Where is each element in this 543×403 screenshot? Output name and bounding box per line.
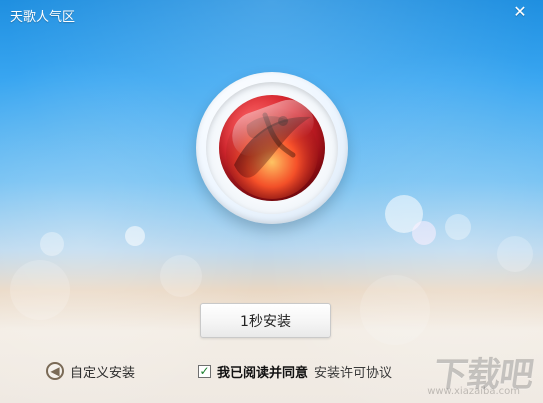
bokeh-light (445, 214, 471, 240)
bokeh-light (160, 255, 202, 297)
app-logo-icon (219, 95, 325, 201)
close-button[interactable]: ✕ (507, 2, 533, 22)
window-title: 天歌人气区 (10, 10, 76, 25)
install-button[interactable]: 1秒安装 (200, 303, 331, 338)
bokeh-light (40, 232, 64, 256)
bokeh-light (497, 236, 533, 272)
app-logo (196, 72, 348, 224)
watermark-url: www.xiazaiba.com (427, 386, 520, 397)
bokeh-light (360, 275, 430, 345)
custom-install-label: 自定义安装 (70, 365, 136, 381)
back-arrow-icon: ◀ (46, 362, 64, 380)
bokeh-light (10, 260, 70, 320)
agreement: ✓ 我已阅读并同意 安装许可协议 (198, 360, 392, 382)
custom-install-link[interactable]: ◀ 自定义安装 (46, 360, 135, 382)
close-icon: ✕ (513, 2, 527, 21)
bokeh-light (412, 221, 436, 245)
checkmark-icon: ✓ (199, 364, 210, 378)
agree-label: 我已阅读并同意 (217, 365, 309, 381)
installer-window: 天歌人气区 ✕ 1秒安装 ◀ 自定义安装 ✓ 我已阅读并同意 安装许可协议 下载… (0, 0, 543, 403)
install-button-label: 1秒安装 (240, 313, 291, 330)
license-agreement-link[interactable]: 安装许可协议 (314, 362, 392, 381)
agree-checkbox[interactable]: ✓ (198, 364, 211, 378)
logo-art (226, 107, 318, 199)
bokeh-light (125, 226, 145, 246)
